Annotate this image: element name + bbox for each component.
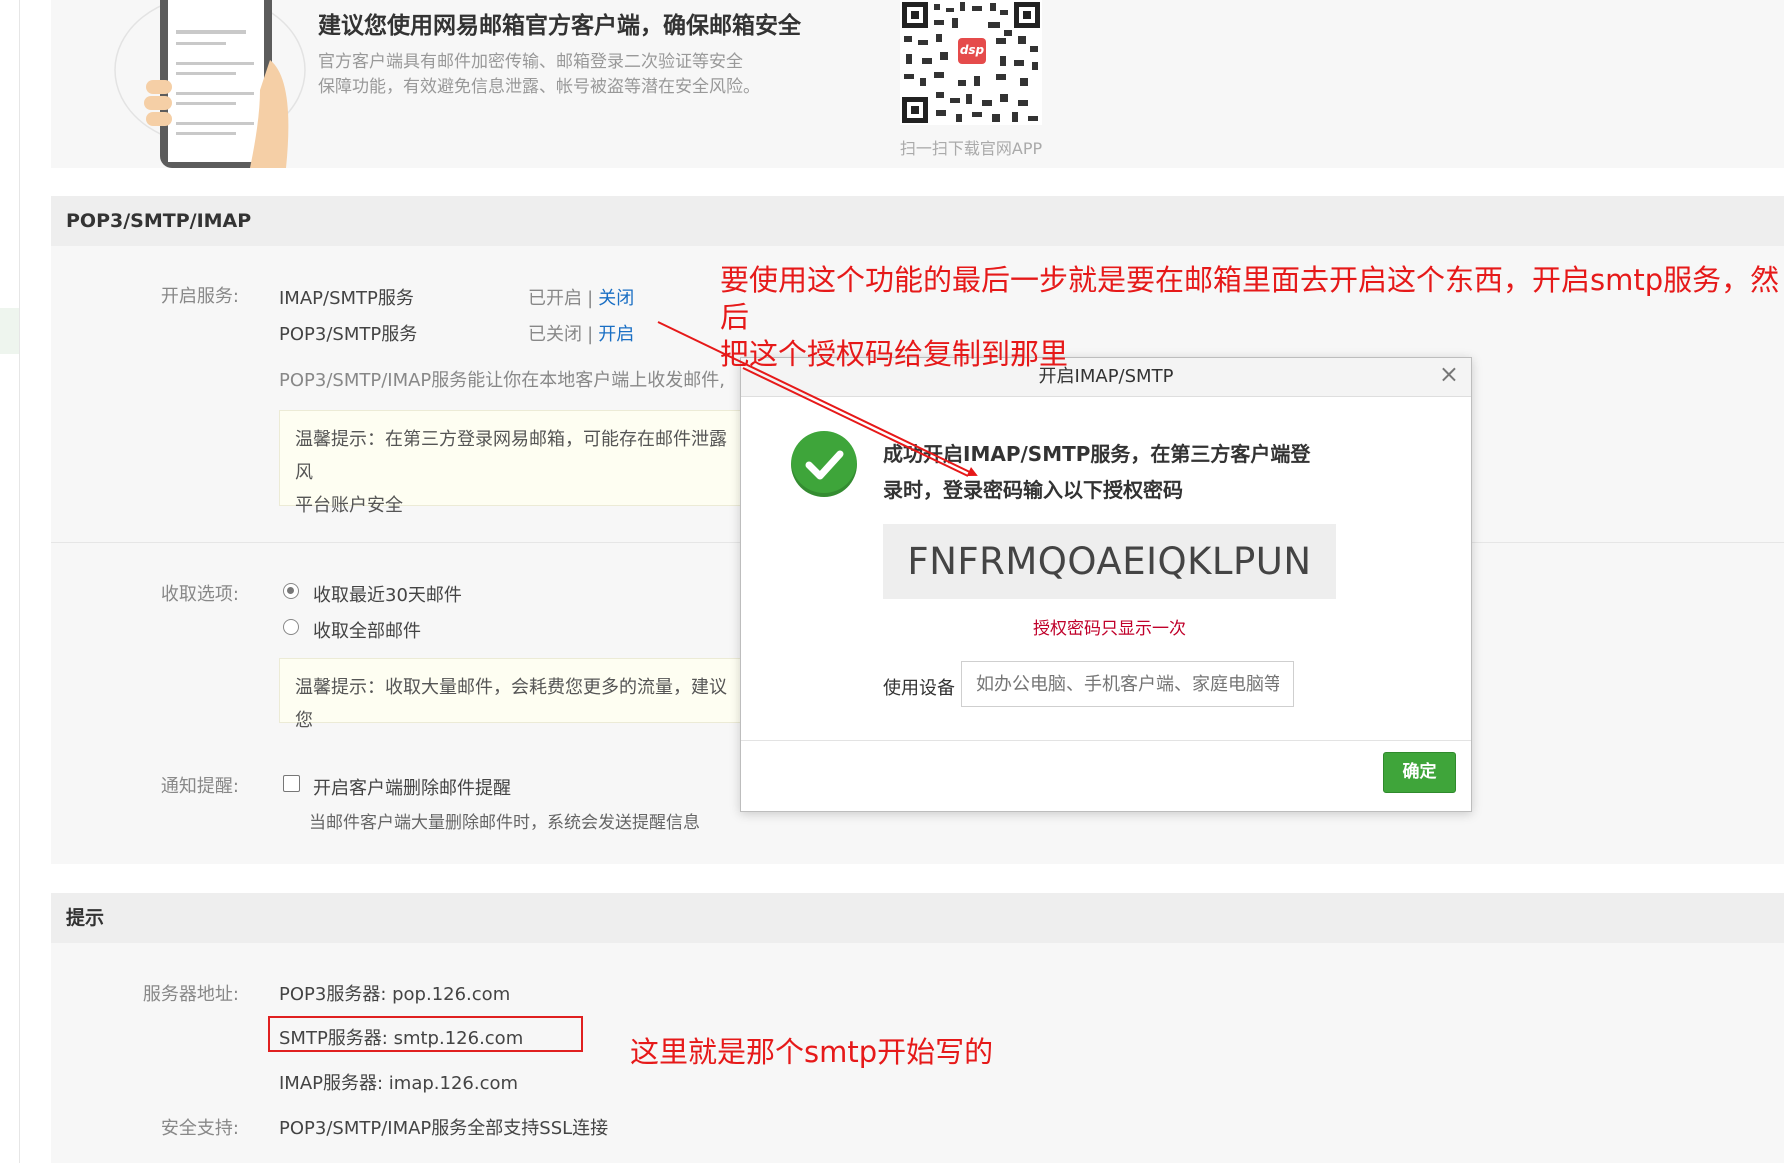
promo-desc-line2: 保障功能，有效避免信息泄露、帐号被盗等潜在安全风险。	[318, 77, 760, 97]
fetch-label: 收取选项:	[160, 584, 239, 605]
device-input[interactable]	[961, 661, 1294, 707]
top-annotation-line2: 把这个授权码给复制到那里	[720, 337, 1069, 371]
hint-section-title: 提示	[51, 893, 1784, 943]
left-sidebar-rail	[0, 0, 20, 1163]
smtp-server: SMTP服务器: smtp.126.com	[279, 1028, 524, 1049]
notify-description: 当邮件客户端大量删除邮件时，系统会发送提醒信息	[309, 813, 700, 833]
top-annotation-line1: 要使用这个功能的最后一步就是要在邮箱里面去开启这个东西，开启smtp服务，然后	[720, 263, 1780, 334]
bottom-annotation: 这里就是那个smtp开始写的	[630, 1035, 994, 1069]
imap-status: 已开启	[528, 288, 582, 309]
fetch-all-radio[interactable]	[283, 619, 299, 635]
fetch-tip-text: 温馨提示：收取大量邮件，会耗费您更多的流量，建议您	[295, 677, 727, 731]
dialog-footer-divider	[741, 740, 1471, 741]
promo-description: 官方客户端具有邮件加密传输、邮箱登录二次验证等安全 保障功能，有效避免信息泄露、…	[318, 50, 760, 100]
security-value: POP3/SMTP/IMAP服务全部支持SSL连接	[279, 1118, 609, 1139]
notify-checkbox-label[interactable]: 开启客户端删除邮件提醒	[313, 774, 511, 800]
success-message: 成功开启IMAP/SMTP服务，在第三方客户端登 录时，登录密码输入以下授权密码	[883, 436, 1353, 508]
check-mark-icon	[805, 450, 844, 480]
fetch-tip-box: 温馨提示：收取大量邮件，会耗费您更多的流量，建议您	[279, 658, 749, 731]
service-label: 开启服务:	[160, 286, 239, 307]
device-label: 使用设备	[883, 678, 955, 699]
auth-code-display[interactable]: FNFRMQOAEIQKLPUN	[883, 524, 1336, 599]
security-label: 安全支持:	[160, 1118, 239, 1139]
separator: |	[587, 324, 594, 345]
pop3-server: POP3服务器: pop.126.com	[279, 984, 511, 1005]
qr-logo-label: dsp	[959, 43, 985, 57]
success-line1: 成功开启IMAP/SMTP服务，在第三方客户端登	[883, 442, 1311, 466]
tip-line1: 温馨提示：在第三方登录网易邮箱，可能存在邮件泄露风	[295, 429, 727, 483]
separator: |	[587, 288, 594, 309]
top-annotation: 要使用这个功能的最后一步就是要在邮箱里面去开启这个东西，开启smtp服务，然后 …	[720, 262, 1784, 373]
tip-line2: 平台账户安全	[295, 495, 403, 516]
imap-close-link[interactable]: 关闭	[598, 288, 634, 309]
third-party-tip-box: 温馨提示：在第三方登录网易邮箱，可能存在邮件泄露风 平台账户安全	[279, 410, 749, 516]
pop3-status: 已关闭	[528, 324, 582, 345]
auth-code-warning: 授权密码只显示一次	[1033, 619, 1186, 639]
pop3-service-name: POP3/SMTP服务	[279, 324, 418, 345]
qr-caption: 扫一扫下载官网APP	[899, 139, 1043, 158]
success-check-icon	[791, 431, 857, 497]
notify-label: 通知提醒:	[160, 776, 239, 797]
pop-section-title: POP3/SMTP/IMAP	[51, 196, 1784, 246]
promo-title: 建议您使用网易邮箱官方客户端，确保邮箱安全	[318, 13, 801, 39]
promo-desc-line1: 官方客户端具有邮件加密传输、邮箱登录二次验证等安全	[318, 52, 743, 72]
server-address-label: 服务器地址:	[142, 984, 239, 1005]
confirm-button[interactable]: 确定	[1383, 752, 1456, 793]
imap-server: IMAP服务器: imap.126.com	[279, 1073, 519, 1094]
pop3-service-controls: 已关闭 | 开启	[528, 320, 634, 346]
success-line2: 录时，登录密码输入以下授权密码	[883, 478, 1183, 502]
qr-code-icon	[900, 0, 1042, 125]
fetch-recent-label[interactable]: 收取最近30天邮件	[313, 581, 462, 607]
sidebar-active-marker	[0, 308, 19, 354]
service-description: POP3/SMTP/IMAP服务能让你在本地客户端上收发邮件,	[279, 370, 725, 391]
pop3-open-link[interactable]: 开启	[598, 324, 634, 345]
enable-imap-smtp-dialog: 开启IMAP/SMTP × 成功开启IMAP/SMTP服务，在第三方客户端登 录…	[740, 357, 1472, 812]
imap-service-name: IMAP/SMTP服务	[279, 288, 414, 309]
phone-illustration	[114, 0, 306, 168]
notify-delete-checkbox[interactable]	[283, 775, 300, 792]
imap-service-controls: 已开启 | 关闭	[528, 284, 634, 310]
fetch-all-label[interactable]: 收取全部邮件	[313, 617, 421, 643]
fetch-recent-radio[interactable]	[283, 583, 299, 599]
